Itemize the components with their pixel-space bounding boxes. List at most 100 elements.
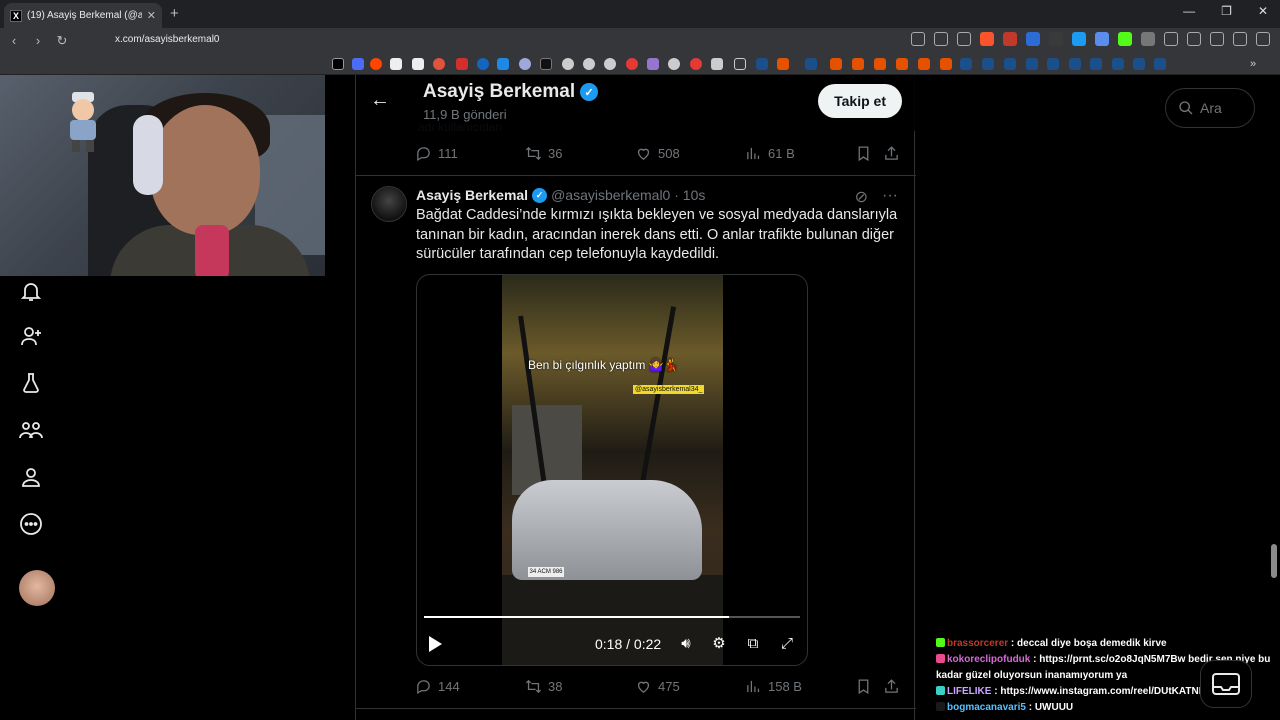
extension-icon[interactable] — [1026, 32, 1040, 46]
bookmark-icon[interactable] — [352, 58, 364, 70]
bookmark-icon[interactable] — [433, 58, 445, 70]
more-bookmarks-icon[interactable]: » — [1250, 58, 1262, 70]
share-icon[interactable] — [957, 32, 971, 46]
extension-icon[interactable] — [1141, 32, 1155, 46]
tweet-author-name[interactable]: Asayiş Berkemal — [416, 187, 528, 203]
play-icon[interactable] — [429, 636, 442, 652]
notifications-icon[interactable] — [16, 276, 46, 306]
profile-icon[interactable] — [16, 462, 46, 492]
steam-icon[interactable] — [1133, 58, 1145, 70]
tweet-handle-time[interactable]: @asayisberkemal0 · 10s — [551, 187, 705, 203]
reload-icon[interactable]: ↻ — [52, 33, 72, 49]
extension-icon[interactable] — [1049, 32, 1063, 46]
more-icon[interactable] — [16, 509, 46, 539]
steam-icon[interactable] — [960, 58, 972, 70]
bookmark-icon[interactable] — [711, 58, 723, 70]
bookmark-icon[interactable] — [583, 58, 595, 70]
share-button[interactable] — [883, 145, 900, 162]
volume-icon[interactable]: 🔊︎ — [676, 634, 696, 654]
bookmark-icon[interactable] — [830, 58, 842, 70]
steam-icon[interactable] — [1154, 58, 1166, 70]
new-tab-button[interactable]: + — [170, 5, 179, 22]
page-scrollbar[interactable] — [1271, 544, 1277, 578]
bookmark-icon[interactable] — [626, 58, 638, 70]
steam-icon[interactable] — [805, 58, 817, 70]
settings-icon[interactable]: ⚙ — [709, 634, 729, 654]
puzzle-icon[interactable] — [1164, 32, 1178, 46]
zoom-icon[interactable] — [911, 32, 925, 46]
bookmark-icon[interactable] — [604, 58, 616, 70]
brave-shield-icon[interactable] — [980, 32, 994, 46]
share-button[interactable] — [883, 678, 900, 695]
cast-icon[interactable] — [934, 32, 948, 46]
bookmark-icon[interactable] — [777, 58, 789, 70]
bookmark-icon[interactable] — [497, 58, 509, 70]
steam-icon[interactable] — [1047, 58, 1059, 70]
bookmark-icon[interactable] — [390, 58, 402, 70]
extension-icon[interactable] — [1072, 32, 1086, 46]
address-bar[interactable]: x.com/asayisberkemal0 — [115, 34, 219, 45]
bookmark-icon[interactable] — [370, 58, 382, 70]
bookmark-icon[interactable] — [477, 58, 489, 70]
video-player[interactable]: 34 ACM 986 Ben bi çılgınlık yaptım 🤷‍♀️💃… — [416, 274, 808, 666]
video-progress-bar[interactable] — [424, 616, 800, 618]
bookmark-icon[interactable] — [562, 58, 574, 70]
folder-icon[interactable] — [734, 58, 746, 70]
close-tab-icon[interactable]: ✕ — [147, 9, 156, 22]
back-arrow-icon[interactable]: ← — [370, 89, 390, 112]
views-button[interactable]: 61 B — [745, 145, 795, 162]
tweet-author-avatar[interactable] — [371, 186, 407, 222]
grok-icon[interactable] — [16, 368, 46, 398]
reply-button[interactable]: 111 — [415, 145, 458, 162]
kick-extension-icon[interactable] — [1118, 32, 1132, 46]
back-nav-icon[interactable]: ‹ — [4, 33, 24, 48]
bookmark-icon[interactable] — [519, 58, 531, 70]
bookmark-icon[interactable] — [918, 58, 930, 70]
bookmark-icon[interactable] — [896, 58, 908, 70]
pip-icon[interactable]: ⧉ — [743, 634, 763, 654]
steam-icon[interactable] — [1069, 58, 1081, 70]
search-input[interactable]: Ara — [1165, 88, 1255, 128]
steam-icon[interactable] — [1004, 58, 1016, 70]
bookmark-icon[interactable] — [852, 58, 864, 70]
profile-icon[interactable] — [1233, 32, 1247, 46]
views-button[interactable]: 158 B — [745, 678, 802, 695]
grok-explain-icon[interactable]: ⊘ — [855, 187, 868, 207]
forward-nav-icon[interactable]: › — [28, 33, 48, 48]
bookmark-icon[interactable] — [540, 58, 552, 70]
fullscreen-icon[interactable]: ⤢ — [777, 634, 797, 654]
repost-button[interactable]: 36 — [525, 145, 562, 162]
bookmark-button[interactable] — [855, 678, 872, 695]
bookmark-icon[interactable] — [690, 58, 702, 70]
bookmark-button[interactable] — [855, 145, 872, 162]
music-icon[interactable] — [1210, 32, 1224, 46]
bookmark-icon[interactable] — [332, 58, 344, 70]
extension-icon[interactable] — [1095, 32, 1109, 46]
messages-button[interactable] — [1200, 660, 1252, 708]
close-window-button[interactable]: ✕ — [1258, 4, 1268, 18]
bookmark-icon[interactable] — [668, 58, 680, 70]
account-avatar[interactable] — [19, 570, 55, 606]
bookmark-icon[interactable] — [647, 58, 659, 70]
steam-icon[interactable] — [1026, 58, 1038, 70]
follow-button[interactable]: Takip et — [818, 84, 902, 118]
steam-icon[interactable] — [756, 58, 768, 70]
menu-icon[interactable] — [1256, 32, 1270, 46]
communities-icon[interactable] — [16, 415, 46, 445]
bookmark-icon[interactable] — [412, 58, 424, 70]
extension-icon[interactable] — [1003, 32, 1017, 46]
repost-button[interactable]: 38 — [525, 678, 562, 695]
maximize-button[interactable]: ❐ — [1221, 4, 1232, 18]
bookmark-icon[interactable] — [456, 58, 468, 70]
reply-button[interactable]: 144 — [415, 678, 460, 695]
sidebar-icon[interactable] — [1187, 32, 1201, 46]
steam-icon[interactable] — [1112, 58, 1124, 70]
follow-icon[interactable] — [16, 321, 46, 351]
steam-icon[interactable] — [1090, 58, 1102, 70]
bookmark-icon[interactable] — [940, 58, 952, 70]
minimize-button[interactable]: — — [1183, 4, 1195, 18]
like-button[interactable]: 475 — [635, 678, 680, 695]
like-button[interactable]: 508 — [635, 145, 680, 162]
steam-icon[interactable] — [982, 58, 994, 70]
browser-tab[interactable]: X (19) Asayiş Berkemal (@asay ✕ — [4, 3, 162, 28]
